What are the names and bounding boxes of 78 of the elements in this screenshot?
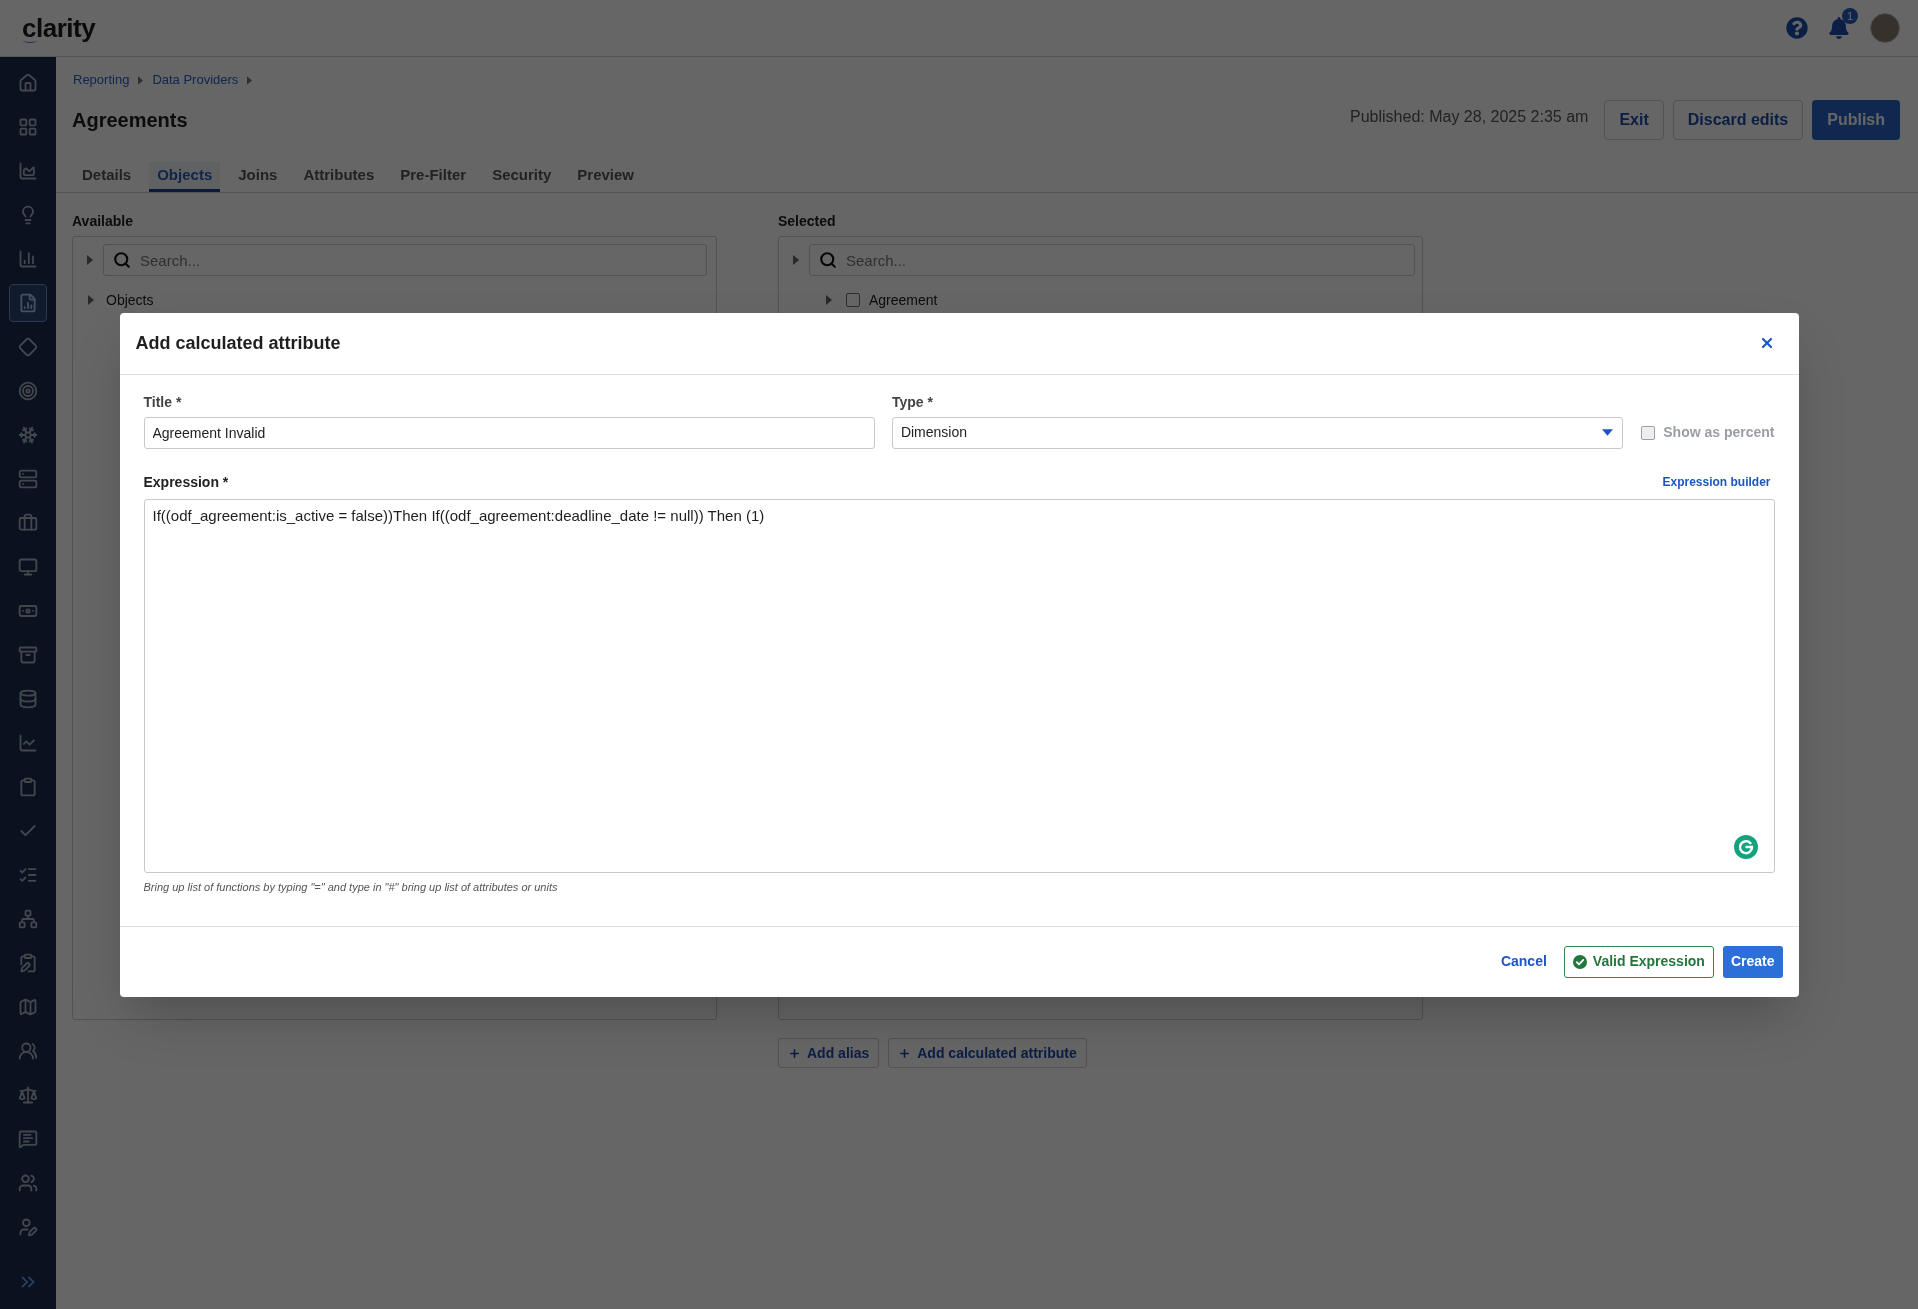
tab[interactable]: Joins — [230, 162, 286, 192]
notification-badge: 1 — [1842, 8, 1858, 24]
grid-icon — [18, 117, 38, 137]
plus-icon — [898, 1046, 912, 1060]
monitor-icon — [18, 557, 38, 577]
home-icon — [18, 73, 38, 93]
checklist-icon — [18, 865, 38, 885]
expression-field[interactable]: If((odf_agreement:is_active = false))Then If((odf_agreement:deadline_date != null)) Then (1) — [143, 498, 1775, 873]
help-icon[interactable] — [1786, 17, 1808, 39]
caret-icon[interactable] — [793, 255, 799, 265]
database-icon — [18, 689, 38, 709]
field-label: Type * — [891, 393, 934, 410]
search-icon — [819, 251, 837, 269]
breadcrumb-link[interactable]: Reporting — [73, 70, 130, 90]
publish-button[interactable]: Publish — [1812, 100, 1900, 140]
tab[interactable]: Preview — [569, 162, 643, 192]
cancel-link[interactable]: Cancel — [1500, 951, 1547, 972]
map-icon — [18, 997, 38, 1017]
hierarchy-icon — [18, 909, 38, 929]
caret-icon[interactable] — [88, 295, 94, 305]
type-select[interactable]: Dimension — [891, 416, 1624, 449]
secondary-button[interactable]: Exit — [1604, 100, 1664, 140]
expression-builder-link[interactable]: Expression builder — [1662, 473, 1771, 490]
expression-hint: Bring up list of functions by typing "=" and type in "#" bring up list of attributes or units — [143, 879, 559, 894]
area-chart-icon — [18, 161, 38, 181]
message-icon — [18, 1129, 38, 1149]
diamond-icon — [18, 337, 38, 357]
tab[interactable]: Pre-Filter — [392, 162, 475, 192]
tab[interactable]: Details — [74, 162, 140, 192]
field-label: Title * — [143, 393, 183, 410]
add-button[interactable]: Add calculated attribute — [888, 1038, 1087, 1068]
report-icon — [18, 293, 38, 313]
avatar[interactable] — [1870, 13, 1900, 43]
tab[interactable]: Security — [484, 162, 560, 192]
snowflake-icon — [18, 425, 38, 445]
tab[interactable]: Objects — [149, 162, 221, 192]
target-icon — [18, 381, 38, 401]
dialog-title: Add calculated attribute — [135, 331, 341, 355]
page-title: Agreements — [72, 108, 188, 133]
line-chart-icon — [18, 733, 38, 753]
add-button[interactable]: Add alias — [778, 1038, 880, 1068]
server-icon — [18, 469, 38, 489]
archive-icon — [18, 645, 38, 665]
search-icon — [113, 251, 131, 269]
nav-button[interactable] — [9, 284, 47, 322]
caret-icon[interactable] — [87, 255, 93, 265]
caret-down-icon — [1602, 429, 1614, 436]
clipboard-pen-icon — [18, 953, 38, 973]
logo-swoosh-icon — [22, 40, 38, 45]
plus-icon — [788, 1046, 801, 1060]
assistant-logo-icon[interactable] — [1733, 834, 1758, 859]
check-circle-icon — [1572, 954, 1587, 969]
validation-button[interactable]: Valid Expression — [1563, 945, 1714, 978]
bar-chart-icon — [18, 249, 38, 269]
published-date: Published: May 28, 2025 2:35 am — [1350, 107, 1589, 127]
scale-icon — [18, 1085, 38, 1105]
users-icon — [18, 1173, 38, 1193]
tab[interactable]: Attributes — [295, 162, 383, 192]
secondary-button[interactable]: Discard edits — [1672, 100, 1804, 140]
people-icon — [18, 1041, 38, 1061]
breadcrumb-link[interactable]: Data Providers — [152, 70, 239, 90]
logo-text: clarity — [22, 15, 96, 41]
user-pen-icon — [18, 1217, 38, 1237]
breadcrumb-separator-icon — [247, 75, 253, 85]
checkbox[interactable] — [846, 293, 860, 307]
caret-icon[interactable] — [826, 295, 832, 305]
section-label: Selected — [778, 213, 837, 229]
clipboard-icon — [18, 777, 38, 797]
section-label: Available — [72, 213, 134, 229]
field-label: Expression * — [143, 473, 229, 490]
tree-item[interactable]: Objects — [106, 289, 154, 311]
create-button[interactable]: Create — [1722, 945, 1783, 978]
briefcase-icon — [18, 513, 38, 533]
notifications-icon[interactable] — [1828, 17, 1850, 39]
checkbox-label: Show as percent — [1663, 423, 1775, 442]
breadcrumb-separator-icon — [138, 75, 144, 85]
tree-item[interactable]: Agreement — [869, 289, 938, 311]
title-input[interactable]: Agreement Invalid — [143, 416, 875, 449]
